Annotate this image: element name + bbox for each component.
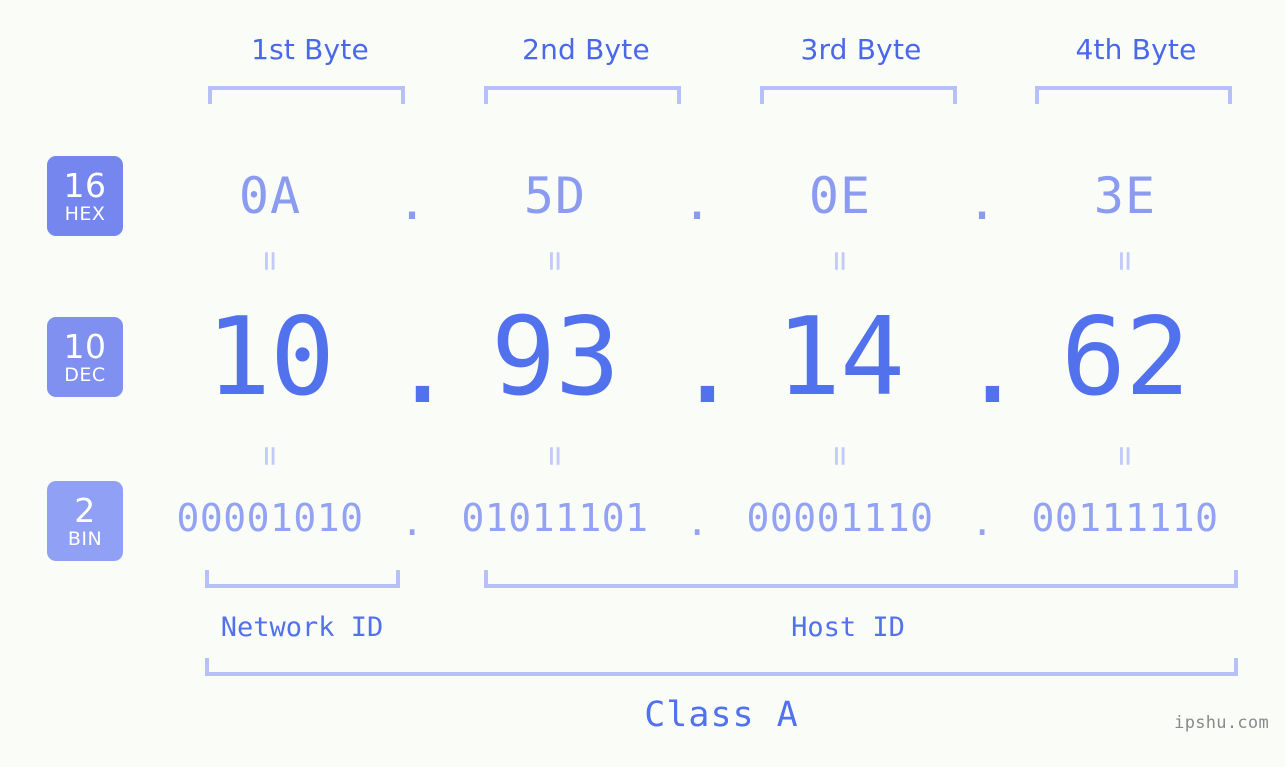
bin-separator-1: . [400,500,425,544]
byte-bracket-3 [760,86,957,104]
equals-sign-1: = [249,250,290,272]
bin-separator-3: . [970,500,995,544]
hex-separator-3: . [966,173,999,231]
host-id-bracket [484,570,1238,588]
hex-octet-1: 0A [238,167,302,225]
hex-value-row: 0A . 5D . 0E . 3E [150,155,1285,237]
bin-separator-2: . [685,500,710,544]
base-badge-hex: 16 HEX [47,156,123,236]
byte-header-1: 1st Byte [251,33,369,66]
ip-address-breakdown-diagram: 1st Byte 2nd Byte 3rd Byte 4th Byte 16 H… [0,0,1285,767]
base-badge-dec: 10 DEC [47,317,123,397]
network-id-label: Network ID [220,612,384,643]
bin-octet-3: 00001110 [746,496,934,540]
bin-octet-1: 00001010 [176,496,364,540]
dec-octet-4: 62 [1060,294,1190,420]
equals-sign-2: = [534,250,575,272]
byte-bracket-2 [484,86,681,104]
bin-octet-2: 01011101 [461,496,649,540]
byte-bracket-1 [208,86,405,104]
hex-separator-1: . [396,173,429,231]
bin-value-row: 00001010 . 01011101 . 00001110 . 0011111… [150,489,1285,547]
dec-octet-3: 14 [775,294,905,420]
dec-separator-2: . [675,302,740,428]
dec-separator-1: . [390,302,455,428]
dec-octet-2: 93 [490,294,620,420]
base-badge-bin-number: 2 [74,490,96,530]
equals-sign-3: = [819,250,860,272]
byte-header-3: 3rd Byte [800,33,922,66]
host-id-label: Host ID [791,612,905,643]
base-badge-bin: 2 BIN [47,481,123,561]
equals-sign-8: = [1104,445,1145,467]
equals-sign-4: = [1104,250,1145,272]
base-badge-hex-name: HEX [64,202,106,225]
equals-sign-6: = [534,445,575,467]
class-bracket [205,658,1238,676]
byte-header-4: 4th Byte [1075,33,1197,66]
base-badge-bin-name: BIN [67,527,103,550]
site-watermark: ipshu.com [1174,713,1269,733]
byte-header-2: 2nd Byte [522,33,650,66]
dec-octet-1: 10 [205,294,335,420]
equals-sign-5: = [249,445,290,467]
hex-octet-4: 3E [1093,167,1157,225]
byte-bracket-4 [1035,86,1232,104]
equals-sign-7: = [819,445,860,467]
hex-octet-3: 0E [808,167,872,225]
class-label: Class A [644,695,799,735]
base-badge-dec-name: DEC [64,363,106,386]
dec-value-row: 10 . 93 . 14 . 62 [150,294,1285,428]
equals-row-dec-bin: = = = = [150,435,1285,477]
hex-separator-2: . [681,173,714,231]
hex-octet-2: 5D [523,167,587,225]
equals-row-hex-dec: = = = = [150,240,1285,282]
bin-octet-4: 00111110 [1031,496,1219,540]
network-id-bracket [205,570,400,588]
base-badge-dec-number: 10 [63,326,107,366]
dec-separator-3: . [960,302,1025,428]
base-badge-hex-number: 16 [63,165,107,205]
